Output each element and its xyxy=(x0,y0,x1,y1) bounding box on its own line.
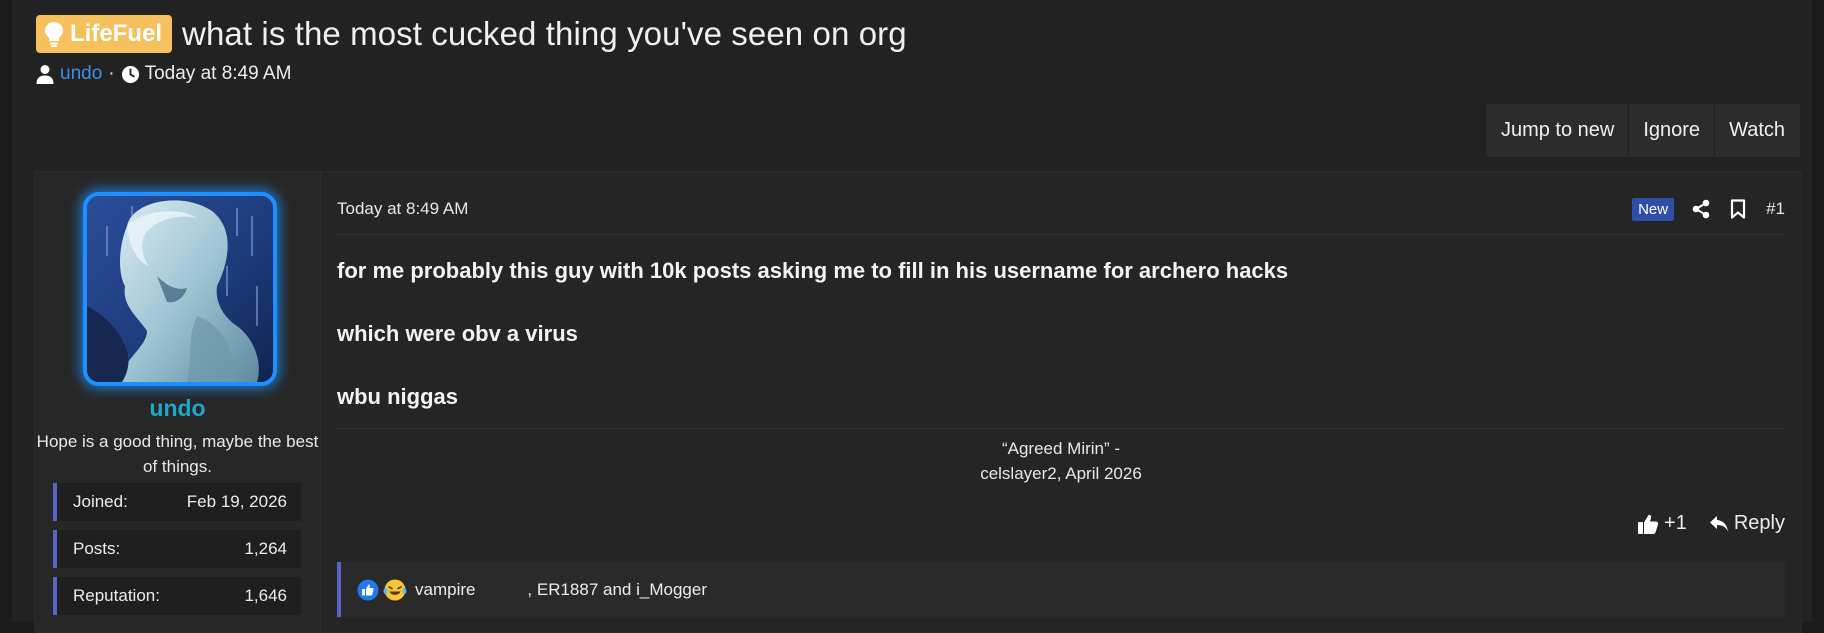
signature-divider xyxy=(337,428,1785,429)
post-header-tools: New #1 xyxy=(1632,197,1785,221)
stat-posts: Posts: 1,264 xyxy=(53,530,301,568)
jump-to-new-button[interactable]: Jump to new xyxy=(1487,105,1630,156)
signature-attribution: celslayer2, April 2026 xyxy=(980,464,1142,483)
thread-prefix[interactable]: LifeFuel xyxy=(36,15,173,53)
lightbulb-icon xyxy=(45,22,63,47)
stat-reputation: Reputation: 1,646 xyxy=(53,577,301,615)
avatar-image xyxy=(87,196,273,382)
stat-label: Posts: xyxy=(73,539,121,558)
stat-label: Reputation: xyxy=(73,586,160,605)
laugh-emoji-icon xyxy=(383,579,407,601)
post-actions: +1 Reply xyxy=(1615,512,1785,535)
stat-value: 1,264 xyxy=(244,539,287,558)
thread-author-link[interactable]: undo xyxy=(60,63,102,85)
thread-date[interactable]: Today at 8:49 AM xyxy=(145,63,292,85)
bookmark-icon[interactable] xyxy=(1730,199,1746,219)
user-title: Hope is a good thing, maybe the best of … xyxy=(36,432,319,476)
meta-separator: · xyxy=(108,63,115,84)
watch-button[interactable]: Watch xyxy=(1715,105,1799,156)
signature-quote: “Agreed Mirin” - xyxy=(1001,439,1121,458)
share-icon[interactable] xyxy=(1692,199,1710,219)
post-user-cell: undo Hope is a good thing, maybe the bes… xyxy=(35,172,321,632)
post-body-line: wbu niggas xyxy=(337,384,458,409)
post: undo Hope is a good thing, maybe the bes… xyxy=(34,171,1802,633)
ignore-button[interactable]: Ignore xyxy=(1629,105,1716,156)
clock-icon xyxy=(121,65,139,83)
post-body-line: which were obv a virus xyxy=(337,321,578,346)
stat-value: Feb 19, 2026 xyxy=(186,492,287,511)
post-username[interactable]: undo xyxy=(35,395,320,422)
post-date[interactable]: Today at 8:49 AM xyxy=(337,199,468,219)
avatar[interactable] xyxy=(83,192,277,386)
thumbs-up-icon xyxy=(1638,514,1659,534)
like-button[interactable]: +1 xyxy=(1637,512,1687,535)
prefix-label: LifeFuel xyxy=(70,20,163,47)
thread-page: LifeFuel what is the most cucked thing y… xyxy=(12,0,1812,633)
reply-label: Reply xyxy=(1733,512,1785,534)
reply-icon xyxy=(1709,515,1728,531)
post-header: Today at 8:49 AM New #1 xyxy=(337,192,1785,226)
reactions-bar[interactable]: vampire , ER1887 and i_Mogger xyxy=(337,562,1785,617)
post-number-link[interactable]: #1 xyxy=(1766,199,1785,219)
thread-actions: Jump to new Ignore Watch xyxy=(1485,104,1800,157)
reply-button[interactable]: Reply xyxy=(1709,512,1785,535)
new-badge: New xyxy=(1632,197,1675,221)
like-emoji-icon xyxy=(357,579,379,601)
reaction-count: +1 xyxy=(1664,512,1687,534)
stat-value: 1,646 xyxy=(244,586,287,605)
thread-meta: undo · Today at 8:49 AM xyxy=(36,63,291,85)
stat-joined: Joined: Feb 19, 2026 xyxy=(53,483,301,521)
stat-label: Joined: xyxy=(73,492,128,511)
signature: “Agreed Mirin” - celslayer2, April 2026 xyxy=(337,436,1785,486)
reactions-users[interactable]: vampire , ER1887 and i_Mogger xyxy=(415,580,707,600)
thread-title-row: LifeFuel what is the most cucked thing y… xyxy=(36,14,907,54)
post-body-line: for me probably this guy with 10k posts … xyxy=(337,258,1289,283)
header-divider xyxy=(337,234,1785,235)
page-title: what is the most cucked thing you've see… xyxy=(182,15,907,52)
user-icon xyxy=(36,65,54,84)
